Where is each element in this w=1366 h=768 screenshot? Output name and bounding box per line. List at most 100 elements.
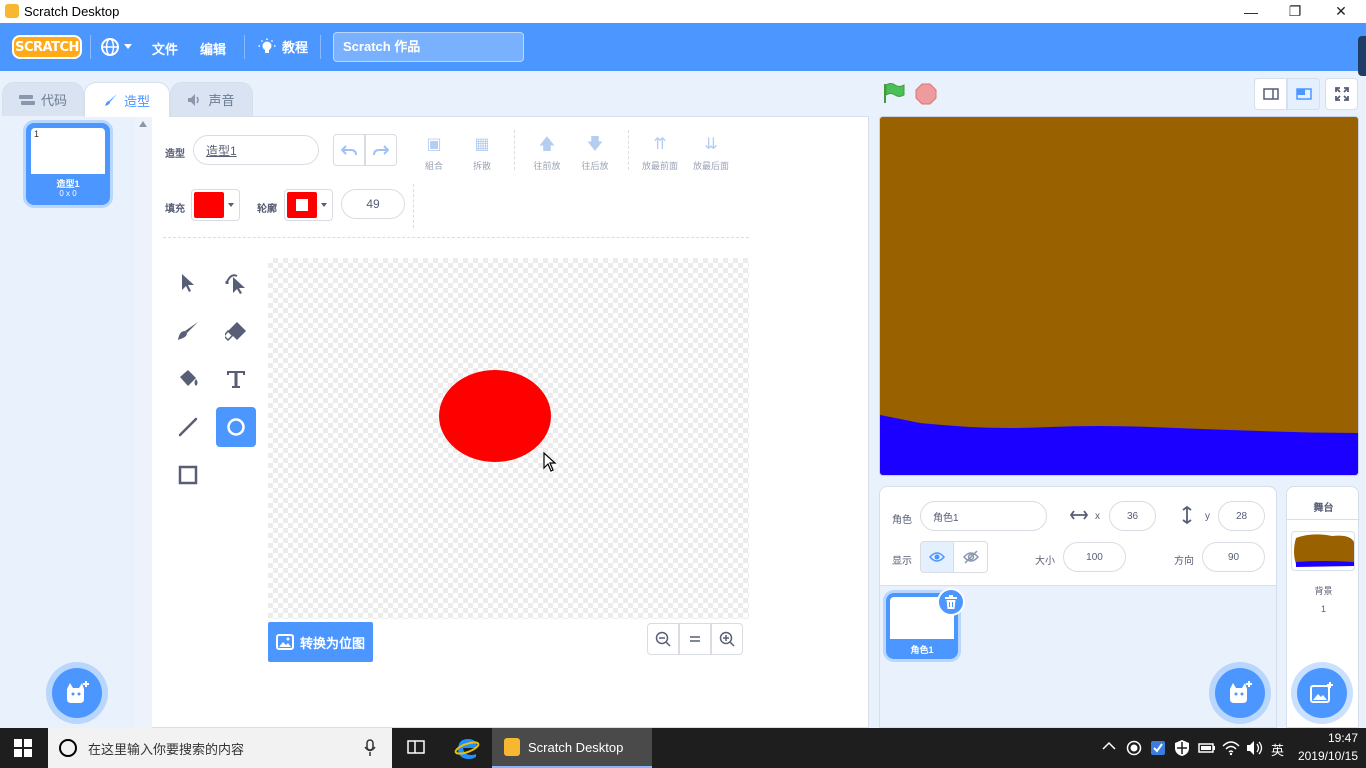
- taskbar-search-box[interactable]: 在这里输入你要搜索的内容: [48, 728, 392, 768]
- select-tool[interactable]: [168, 263, 208, 303]
- convert-label: 转换为位图: [299, 635, 365, 651]
- paint-canvas[interactable]: [268, 258, 749, 619]
- costume-tile[interactable]: 1 造型1 0 x 0: [26, 123, 110, 205]
- tab-sounds[interactable]: 声音: [170, 82, 253, 116]
- file-menu[interactable]: 文件: [152, 39, 178, 58]
- front-icon: ⇈: [653, 136, 667, 153]
- choose-costume-button[interactable]: [52, 668, 102, 718]
- clock-time[interactable]: 19:47: [1290, 731, 1358, 745]
- green-flag-button[interactable]: [882, 82, 906, 104]
- scratch-logo[interactable]: SCRATCH: [12, 35, 82, 59]
- cat-plus-icon: [1230, 681, 1252, 703]
- size-value: 100: [1086, 551, 1103, 563]
- chevron-up-icon: [1102, 741, 1116, 750]
- battery-icon[interactable]: [1198, 742, 1216, 754]
- line-tool[interactable]: [168, 407, 208, 447]
- forward-label: 往前放: [533, 161, 561, 171]
- fill-color-picker[interactable]: [191, 189, 240, 221]
- windows-start-button[interactable]: [14, 739, 34, 759]
- minimize-button[interactable]: —: [1228, 0, 1274, 23]
- delete-sprite-button[interactable]: [937, 588, 965, 616]
- task-view-button[interactable]: [406, 738, 426, 758]
- speaker-icon: [188, 93, 200, 106]
- y-value: 28: [1235, 510, 1248, 522]
- wifi-icon[interactable]: [1222, 740, 1240, 756]
- restore-button[interactable]: ❐: [1272, 0, 1318, 23]
- app-tray-icon[interactable]: [1150, 740, 1166, 756]
- brush-tool[interactable]: [168, 311, 208, 351]
- sprite-name-input[interactable]: 角色1: [920, 501, 1047, 531]
- rectangle-tool[interactable]: [168, 455, 208, 495]
- costume-name-value: 造型1: [206, 143, 237, 158]
- x-input[interactable]: 36: [1109, 501, 1156, 531]
- window-title: Scratch Desktop: [24, 4, 120, 19]
- show-hidden-icons-button[interactable]: [1102, 740, 1116, 754]
- ime-indicator[interactable]: 英: [1271, 740, 1284, 759]
- backward-button[interactable]: 🡇 往后放: [573, 135, 617, 172]
- scratch-app-icon: [504, 738, 520, 756]
- image-icon: [275, 634, 294, 650]
- sprite-name-label: 角色: [892, 515, 912, 526]
- stop-button[interactable]: [915, 83, 937, 105]
- stop-icon: [915, 83, 937, 105]
- text-tool[interactable]: [216, 359, 256, 399]
- language-menu[interactable]: [100, 37, 132, 57]
- stage-canvas[interactable]: [879, 116, 1359, 476]
- ungroup-button[interactable]: ▦ 拆散: [460, 135, 504, 172]
- edge-icon: [454, 739, 480, 759]
- fill-tool[interactable]: [168, 359, 208, 399]
- backdrop-thumbnail: [1291, 531, 1355, 571]
- costume-name-input[interactable]: 造型1: [193, 135, 319, 165]
- clock-date[interactable]: 2019/10/15: [1290, 749, 1358, 763]
- direction-input[interactable]: 90: [1202, 542, 1265, 572]
- size-input[interactable]: 100: [1063, 542, 1126, 572]
- close-button[interactable]: ✕: [1318, 0, 1364, 23]
- reshape-tool[interactable]: [216, 263, 256, 303]
- ungroup-icon: ▦: [474, 136, 490, 153]
- costume-list-scrollbar[interactable]: [135, 116, 152, 728]
- edit-menu[interactable]: 编辑: [200, 39, 226, 58]
- tab-costumes[interactable]: 造型: [84, 82, 170, 117]
- outline-color-picker[interactable]: [284, 189, 333, 221]
- zoom-out-button[interactable]: [647, 623, 679, 655]
- redo-button[interactable]: [365, 134, 397, 166]
- caret-down-icon: [321, 203, 327, 207]
- choose-sprite-button[interactable]: [1215, 668, 1265, 718]
- size-label: 大小: [1035, 556, 1055, 567]
- red-ellipse-shape[interactable]: [439, 370, 551, 462]
- project-title-input[interactable]: Scratch 作品: [333, 32, 524, 62]
- y-input[interactable]: 28: [1218, 501, 1265, 531]
- fullscreen-button[interactable]: [1325, 78, 1358, 110]
- outline-width-input[interactable]: 49: [341, 189, 405, 219]
- security-shield-icon[interactable]: [1174, 739, 1190, 757]
- small-stage-button[interactable]: [1254, 78, 1287, 110]
- send-to-back-button[interactable]: ⇊ 放最后面: [689, 135, 733, 172]
- rectangle-icon: [178, 465, 198, 485]
- record-tray-icon[interactable]: [1126, 740, 1142, 756]
- microphone-icon: [364, 739, 376, 756]
- tutorials-menu[interactable]: 教程: [258, 37, 308, 56]
- tab-code[interactable]: 代码: [2, 82, 84, 116]
- edge-browser-button[interactable]: [454, 736, 480, 760]
- zoom-in-button[interactable]: [711, 623, 743, 655]
- hide-sprite-button[interactable]: [954, 541, 988, 573]
- scratch-app-icon: [5, 4, 19, 18]
- volume-icon[interactable]: [1246, 740, 1264, 756]
- window-titlebar: Scratch Desktop — ❐ ✕: [0, 0, 1366, 23]
- arrow-down-icon: 🡇: [586, 136, 604, 153]
- undo-button[interactable]: [333, 134, 365, 166]
- brush-icon: [104, 94, 117, 106]
- taskbar-scratch-app[interactable]: Scratch Desktop: [492, 728, 652, 768]
- group-button[interactable]: ▣ 組合: [412, 135, 456, 172]
- convert-to-bitmap-button[interactable]: 转换为位图: [268, 622, 373, 662]
- show-sprite-button[interactable]: [920, 541, 954, 573]
- reshape-icon: [225, 274, 245, 294]
- eraser-tool[interactable]: [216, 311, 256, 351]
- bring-to-front-button[interactable]: ⇈ 放最前面: [638, 135, 682, 172]
- toolbar-divider: [628, 130, 629, 170]
- circle-tool[interactable]: [216, 407, 256, 447]
- forward-button[interactable]: 🡅 往前放: [525, 135, 569, 172]
- large-stage-button[interactable]: [1287, 78, 1320, 110]
- choose-backdrop-button[interactable]: [1297, 668, 1347, 718]
- zoom-reset-button[interactable]: [679, 623, 711, 655]
